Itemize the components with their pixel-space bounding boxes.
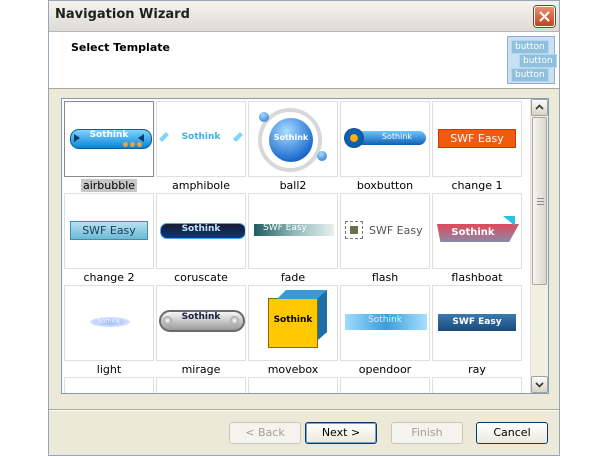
template-thumbnail: SWF Easy: [64, 193, 154, 269]
preview-text: Sothink: [381, 132, 413, 141]
template-list[interactable]: Sothink airbubble Sothink amphibole Soth…: [61, 98, 549, 394]
preview-text: Sothink: [451, 227, 495, 238]
preview-text: Sothink: [181, 224, 221, 234]
vertical-scrollbar[interactable]: [530, 99, 548, 393]
template-item-partial[interactable]: [248, 377, 340, 393]
template-label: amphibole: [171, 179, 230, 192]
template-item-change-2[interactable]: SWF Easy change 2: [64, 193, 156, 285]
preview-text: SWF Easy: [438, 314, 516, 331]
scroll-thumb[interactable]: [532, 117, 547, 285]
template-thumbnail: Sothink: [340, 101, 430, 177]
template-item-airbubble[interactable]: Sothink airbubble: [64, 101, 156, 193]
preview-text: SWF Easy: [438, 129, 516, 148]
template-thumbnail: Sothink: [248, 101, 338, 177]
template-label: coruscate: [174, 271, 228, 284]
template-label: fade: [280, 271, 306, 284]
template-label: ball2: [279, 179, 307, 192]
template-label: flash: [371, 271, 399, 284]
footer-divider: [49, 409, 559, 411]
template-item-flashboat[interactable]: Sothink flashboat: [432, 193, 524, 285]
template-thumbnail: [64, 377, 154, 393]
template-item-ray[interactable]: SWF Easy ray: [432, 285, 524, 377]
template-item-partial[interactable]: [156, 377, 248, 393]
preview-text: Sothink: [273, 315, 313, 325]
template-item-mirage[interactable]: Sothink mirage: [156, 285, 248, 377]
grip-icon: [537, 198, 544, 205]
icon-button-label: button: [519, 54, 557, 68]
template-thumbnail: Sothink: [64, 101, 154, 177]
template-thumbnail: SWF Easy: [432, 285, 522, 361]
template-thumbnail: SWF Easy: [248, 193, 338, 269]
template-item-movebox[interactable]: Sothink movebox: [248, 285, 340, 377]
template-label: boxbutton: [356, 179, 414, 192]
template-item-coruscate[interactable]: Sothink coruscate: [156, 193, 248, 285]
template-thumbnail: [340, 377, 430, 393]
template-item-change-1[interactable]: SWF Easy change 1: [432, 101, 524, 193]
template-item-boxbutton[interactable]: Sothink boxbutton: [340, 101, 432, 193]
icon-button-label: button: [511, 40, 549, 54]
template-item-opendoor[interactable]: Sothink opendoor: [340, 285, 432, 377]
close-icon: [539, 11, 550, 22]
template-label: opendoor: [358, 363, 412, 376]
preview-text: Sothink: [181, 312, 221, 322]
template-item-amphibole[interactable]: Sothink amphibole: [156, 101, 248, 193]
next-button[interactable]: Next >: [305, 422, 377, 444]
template-thumbnail: Sothink: [340, 285, 430, 361]
template-thumbnail: [432, 377, 522, 393]
template-thumbnail: Sothink: [156, 101, 246, 177]
template-label: flashboat: [451, 271, 503, 284]
template-item-partial[interactable]: [64, 377, 156, 393]
preview-text: Sothink: [273, 133, 309, 142]
preview-text: SWF Easy: [263, 223, 307, 233]
navigation-wizard-window: Navigation Wizard Select Template button…: [48, 0, 560, 456]
template-label: light: [96, 363, 122, 376]
template-thumbnail: Sothink: [248, 285, 338, 361]
title-bar[interactable]: Navigation Wizard: [49, 1, 559, 32]
preview-text: SWF Easy: [369, 224, 423, 237]
template-label: ray: [468, 363, 486, 376]
chevron-up-icon: [535, 104, 544, 110]
template-thumbnail: SWF Easy: [432, 101, 522, 177]
preview-text: Sothink: [97, 318, 121, 325]
page-title: Select Template: [71, 41, 170, 54]
template-buttons-icon: button button button: [507, 36, 557, 84]
icon-button-label: button: [511, 68, 549, 82]
template-item-partial[interactable]: [432, 377, 524, 393]
template-label: change 1: [451, 179, 503, 192]
template-thumbnail: SWF Easy: [340, 193, 430, 269]
back-button[interactable]: < Back: [229, 422, 301, 444]
template-label: mirage: [181, 363, 221, 376]
template-item-fade[interactable]: SWF Easy fade: [248, 193, 340, 285]
template-label: movebox: [267, 363, 319, 376]
template-thumbnail: Sothink: [64, 285, 154, 361]
template-thumbnail: [156, 377, 246, 393]
template-item-flash[interactable]: SWF Easy flash: [340, 193, 432, 285]
template-item-ball2[interactable]: Sothink ball2: [248, 101, 340, 193]
preview-text: Sothink: [368, 315, 402, 325]
template-label: change 2: [83, 271, 135, 284]
wizard-header: Select Template button button button: [49, 32, 559, 89]
template-label: airbubble: [80, 179, 138, 192]
close-button[interactable]: [534, 6, 555, 27]
finish-button[interactable]: Finish: [391, 422, 463, 444]
scroll-down-button[interactable]: [531, 376, 548, 393]
template-thumbnail: Sothink: [432, 193, 522, 269]
scroll-up-button[interactable]: [531, 99, 548, 116]
template-thumbnail: Sothink: [156, 193, 246, 269]
template-thumbnail: Sothink: [156, 285, 246, 361]
template-item-light[interactable]: Sothink light: [64, 285, 156, 377]
preview-text: SWF Easy: [70, 221, 148, 240]
window-title: Navigation Wizard: [55, 7, 190, 22]
template-item-partial[interactable]: [340, 377, 432, 393]
preview-text: Sothink: [181, 132, 221, 142]
chevron-down-icon: [535, 382, 544, 388]
cancel-button[interactable]: Cancel: [476, 422, 548, 444]
template-thumbnail: [248, 377, 338, 393]
